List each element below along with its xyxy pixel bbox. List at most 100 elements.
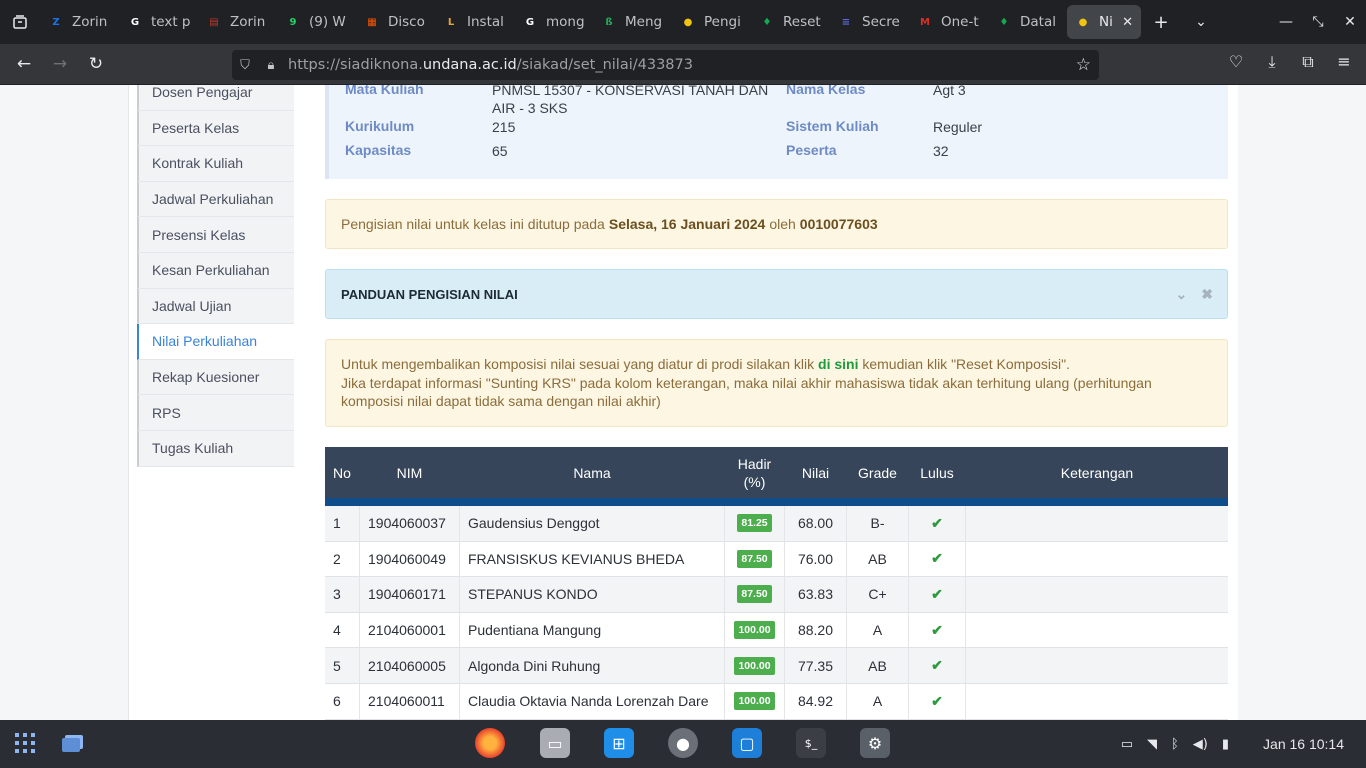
browser-tab[interactable]: ● Pengi (672, 5, 751, 39)
cell-hadir: 87.50 (725, 577, 785, 612)
close-window-icon[interactable]: ✕ (1334, 14, 1366, 30)
table-body: 1 1904060037 Gaudensius Denggot 81.25 68.00 B… (325, 506, 1228, 720)
cell-lulus: ✔ (909, 506, 966, 541)
minimize-icon[interactable]: — (1270, 14, 1302, 30)
attendance-badge: 87.50 (737, 585, 772, 604)
sidebar-item[interactable]: Nilai Perkuliahan (137, 324, 294, 360)
browser-tab[interactable]: 9 (9) W (277, 5, 356, 39)
browser-tab[interactable]: ▦ Disco (356, 5, 435, 39)
browser-tab[interactable]: ♦ Datal (988, 5, 1067, 39)
tracking-protection-icon[interactable]: ⛉ (232, 58, 258, 73)
sidebar-item[interactable]: Rekap Kuesioner (137, 359, 294, 396)
cell-nama: STEPANUS KONDO (460, 577, 725, 612)
table-row: 1 1904060037 Gaudensius Denggot 81.25 68.00 B… (325, 506, 1228, 542)
battery-icon[interactable]: ▮ (1222, 737, 1229, 752)
table-row: 6 2104060011 Claudia Oktavia Nanda Lorenza… (325, 683, 1228, 720)
settings-gear-icon[interactable]: ● (668, 728, 698, 758)
cell-hadir: 100.00 (725, 648, 785, 683)
reset-link[interactable]: di sini (818, 356, 858, 372)
tab-title: Disco (388, 14, 425, 30)
reload-icon[interactable]: ↻ (78, 54, 114, 74)
browser-tab[interactable]: ▤ Zorin (198, 5, 277, 39)
cell-grade: AB (847, 648, 909, 683)
terminal-icon[interactable]: $_ (796, 728, 826, 758)
wifi-icon[interactable]: ◥ (1147, 737, 1157, 752)
browser-tab[interactable]: M One-t (909, 5, 988, 39)
tab-favicon-icon: Z (52, 16, 60, 28)
sidebar-item[interactable]: Presensi Kelas (137, 217, 294, 253)
files-icon[interactable]: ▭ (540, 728, 570, 758)
cell-keterangan (966, 577, 1228, 612)
cell-grade: B- (847, 506, 909, 541)
browser-tab[interactable]: Gtext p (119, 5, 198, 39)
back-icon[interactable]: ← (6, 54, 42, 74)
sidebar-item[interactable]: Jadwal Perkuliahan (137, 181, 294, 218)
firefox-icon[interactable] (475, 728, 505, 758)
software-store-icon[interactable]: ⊞ (604, 728, 634, 758)
cell-nama: FRANSISKUS KEVIANUS BHEDA (460, 541, 725, 577)
notice-by: 0010077603 (799, 216, 878, 232)
screen-icon[interactable]: ▭ (1121, 737, 1133, 752)
extensions-icon[interactable]: ⧉ (1294, 52, 1322, 72)
browser-tab[interactable]: ≡ Secre (830, 5, 909, 39)
guide-panel-header[interactable]: PANDUAN PENGISIAN NILAI ⌄ ✖ (325, 269, 1228, 319)
toolbar-right: ♡ ⤓ ⧉ ≡ (1222, 52, 1358, 72)
bluetooth-icon[interactable]: ᛒ (1171, 737, 1179, 752)
kapasitas-label: Kapasitas (345, 142, 412, 158)
restore-icon[interactable]: ⤡ (1302, 14, 1334, 30)
clock[interactable]: Jan 16 10:14 (1263, 736, 1344, 752)
cell-hadir: 100.00 (725, 683, 785, 719)
header-nilai: Nilai (785, 447, 847, 498)
downloads-icon[interactable]: ⤓ (1258, 52, 1286, 72)
sidebar-item[interactable]: Kontrak Kuliah (137, 146, 294, 182)
app-grid-icon[interactable] (10, 728, 40, 758)
sidebar-item[interactable]: Tugas Kuliah (137, 430, 294, 467)
nama-kelas-label: Nama Kelas (786, 85, 866, 97)
pass-check-icon: ✔ (931, 585, 943, 602)
browser-tab[interactable]: ß Meng (593, 5, 672, 39)
tab-title: Datal (1020, 14, 1056, 30)
tab-title: Secre (862, 14, 900, 30)
cell-lulus: ✔ (909, 683, 966, 719)
collapse-chevron-icon[interactable]: ⌄ (1176, 286, 1188, 303)
cell-grade: A (847, 612, 909, 648)
tab-favicon-icon: ♦ (999, 16, 1009, 28)
browser-tab[interactable]: ♦ Reset (751, 5, 830, 39)
bookmark-star-icon[interactable]: ☆ (1076, 55, 1091, 75)
browser-tab[interactable]: L Instal (435, 5, 514, 39)
tab-list: Z Zorin Gtext p ▤ Zorin 9 (9) W ▦ Disco L Instal Gm… (40, 5, 1141, 39)
browser-tab[interactable]: Z Zorin (40, 5, 119, 39)
browser-tab[interactable]: ● Nila ✕ (1067, 5, 1141, 39)
address-bar[interactable]: ⛉ 🔒︎ https://siadiknona.undana.ac.id/sia… (232, 50, 1099, 80)
sidebar-item[interactable]: RPS (137, 395, 294, 431)
mata-kuliah-label: Mata Kuliah (345, 85, 424, 97)
system-settings-icon[interactable]: ⚙ (860, 728, 890, 758)
close-icon[interactable]: ✖ (1201, 286, 1213, 303)
close-tab-icon[interactable]: ✕ (1122, 15, 1133, 30)
lock-icon[interactable]: 🔒︎ (258, 58, 284, 73)
kurikulum-value: 215 (492, 119, 516, 135)
forward-icon[interactable]: → (42, 54, 78, 74)
browser-tab[interactable]: Gmong (514, 5, 593, 39)
connect-icon[interactable]: ▢ (732, 728, 762, 758)
new-tab-button[interactable]: + (1141, 12, 1181, 33)
cell-keterangan (966, 684, 1228, 719)
menu-icon[interactable]: ≡ (1330, 52, 1358, 72)
tab-list-dropdown-icon[interactable]: ⌄ (1181, 14, 1221, 30)
os-taskbar: ▭ ⊞ ● ▢ $_ ⚙ ▭ ◥ ᛒ ◀) ▮ Jan 16 10:14 (0, 720, 1366, 768)
header-lulus: Lulus (909, 447, 966, 498)
sidebar-item[interactable]: Peserta Kelas (137, 110, 294, 147)
volume-icon[interactable]: ◀) (1193, 737, 1208, 752)
mata-kuliah-value-line2: AIR - 3 SKS (492, 100, 568, 116)
cell-no: 5 (325, 648, 360, 683)
tab-overview-icon[interactable] (0, 14, 40, 30)
cell-lulus: ✔ (909, 577, 966, 612)
warning-line-2: Jika terdapat informasi "Sunting KRS" pa… (341, 374, 1152, 410)
sidebar-item[interactable]: Dosen Pengajar (137, 85, 294, 111)
url-text: https://siadiknona.undana.ac.id/siakad/s… (288, 57, 693, 73)
sidebar-item[interactable]: Kesan Perkuliahan (137, 252, 294, 289)
pocket-icon[interactable]: ♡ (1222, 52, 1250, 72)
workspaces-icon[interactable] (58, 728, 88, 758)
sidebar-item[interactable]: Jadwal Ujian (137, 288, 294, 325)
cell-grade: C+ (847, 577, 909, 612)
